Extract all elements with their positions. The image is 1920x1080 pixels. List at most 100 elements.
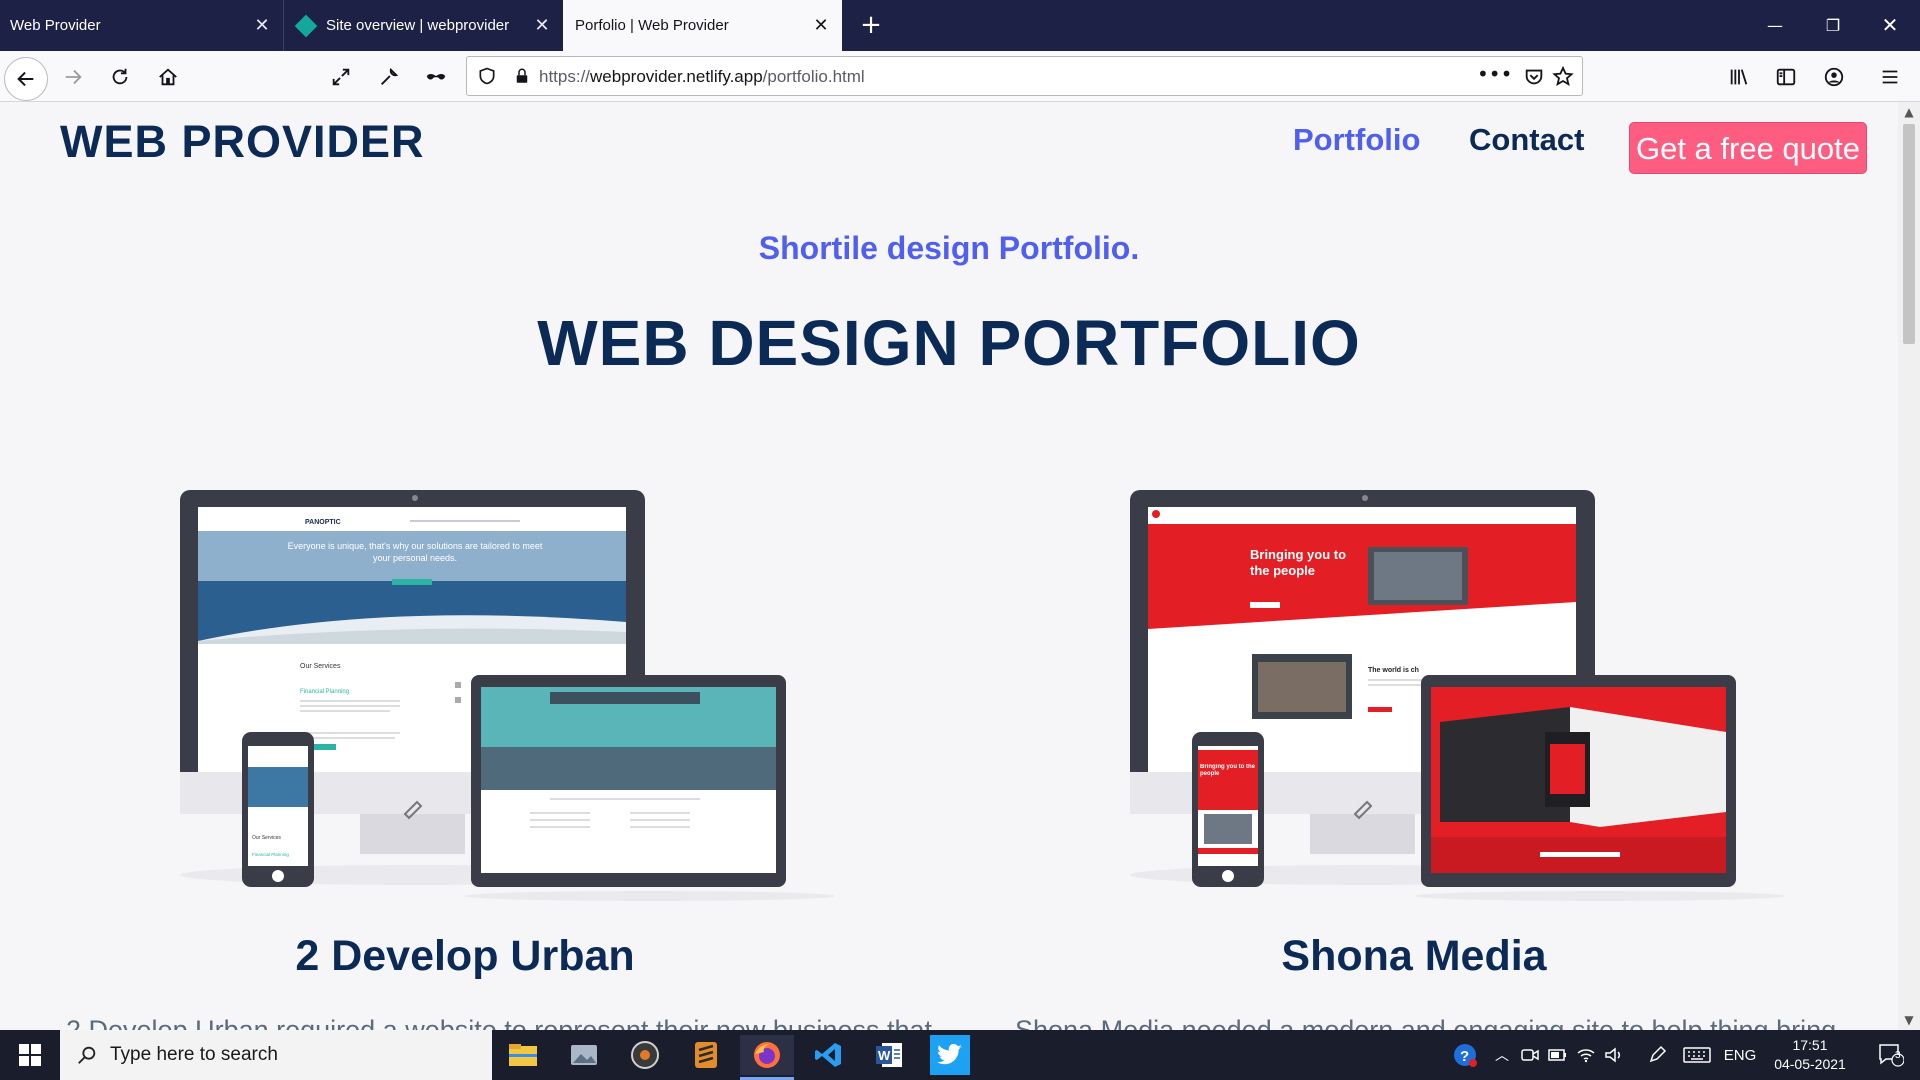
project-title-2-develop-urban[interactable]: 2 Develop Urban xyxy=(115,932,815,981)
tab-web-provider[interactable]: Web Provider ✕ xyxy=(0,0,283,51)
bookmark-star-icon[interactable] xyxy=(1551,65,1575,89)
notification-center-icon[interactable]: 3 xyxy=(1862,1030,1920,1080)
twitter-icon[interactable] xyxy=(930,1035,970,1075)
nav-link-portfolio[interactable]: Portfolio xyxy=(1293,122,1420,158)
sublime-text-icon[interactable] xyxy=(679,1035,733,1075)
reload-button[interactable] xyxy=(103,60,137,94)
tab-title: Porfolio | Web Provider xyxy=(575,17,729,34)
close-tab-icon[interactable]: ✕ xyxy=(533,16,551,34)
browser-tab-bar: Web Provider ✕ Site overview | webprovid… xyxy=(0,0,1920,51)
mock-item: Financial Planning xyxy=(300,689,349,695)
netlify-favicon-icon xyxy=(294,14,318,37)
tab-title: Site overview | webprovider xyxy=(326,17,510,34)
clock[interactable]: 17:51 04-05-2021 xyxy=(1762,1030,1858,1080)
library-icon xyxy=(1730,69,1748,85)
account-button[interactable] xyxy=(1817,60,1851,94)
windows-taskbar: Type here to search W ? ︿ ENG 17:51 04-0… xyxy=(0,1030,1920,1080)
close-window-button[interactable]: ✕ xyxy=(1862,0,1918,51)
touch-keyboard-icon[interactable] xyxy=(1680,1030,1714,1080)
firefox-icon[interactable] xyxy=(740,1035,794,1080)
reload-icon xyxy=(112,68,128,85)
project-description-2-develop-urban: 2 Develop Urban required a website to re… xyxy=(66,1015,932,1030)
word-icon[interactable]: W xyxy=(862,1035,916,1075)
device-mockup-image: Bringing you to the people The world is … xyxy=(1130,490,1785,901)
battery-icon[interactable] xyxy=(1546,1030,1570,1080)
photos-app-icon[interactable] xyxy=(557,1035,611,1075)
site-logo[interactable]: WEB PROVIDER xyxy=(60,116,425,168)
project-mockup-2-develop-urban[interactable]: PANOPTIC Everyone is unique, that's why … xyxy=(180,482,840,902)
forward-button[interactable] xyxy=(56,60,90,94)
project-description-shona-media: Shona Media needed a modern and engaging… xyxy=(1015,1015,1837,1030)
vscode-icon[interactable] xyxy=(801,1035,855,1075)
language-indicator[interactable]: ENG xyxy=(1720,1030,1760,1080)
url-scheme: https:// xyxy=(539,67,591,86)
expand-icon xyxy=(332,68,350,86)
arrow-left-icon xyxy=(17,71,34,87)
clock-time: 17:51 xyxy=(1792,1037,1828,1053)
project-mockup-shona-media[interactable]: Bringing you to the people The world is … xyxy=(1130,482,1790,902)
browser-toolbar: https://webprovider.netlify.app/portfoli… xyxy=(0,51,1920,102)
mock-hero-text: Bringing you to the people xyxy=(1250,547,1347,578)
meet-now-icon[interactable] xyxy=(1518,1030,1542,1080)
page-actions-icon[interactable]: ••• xyxy=(1477,62,1512,86)
notification-count: 3 xyxy=(1895,1050,1901,1061)
back-button[interactable] xyxy=(4,57,48,101)
tab-portfolio[interactable]: Porfolio | Web Provider ✕ xyxy=(563,0,842,51)
nav-link-contact[interactable]: Contact xyxy=(1469,122,1584,158)
restore-button[interactable]: ❐ xyxy=(1805,0,1861,51)
url-path: /portfolio.html xyxy=(762,67,865,86)
search-icon xyxy=(78,1046,96,1064)
account-icon xyxy=(1824,67,1844,87)
mock-heading: The world is ch xyxy=(1368,667,1419,674)
file-explorer-icon[interactable] xyxy=(496,1035,550,1075)
menu-button[interactable] xyxy=(1873,60,1907,94)
tools-button[interactable] xyxy=(372,60,406,94)
mask-icon xyxy=(426,74,446,80)
pen-workspace-icon[interactable] xyxy=(1643,1030,1671,1080)
start-button[interactable] xyxy=(0,1030,60,1080)
private-mode-button[interactable] xyxy=(419,60,453,94)
url-bar[interactable]: https://webprovider.netlify.app/portfoli… xyxy=(466,56,1583,96)
scrollbar-thumb[interactable] xyxy=(1903,124,1915,344)
svg-text:?: ? xyxy=(1460,1048,1469,1065)
scroll-up-icon[interactable]: ▲ xyxy=(1898,102,1920,122)
mock-phone-item: Financial Planning xyxy=(252,852,289,857)
close-tab-icon[interactable]: ✕ xyxy=(812,16,830,34)
home-button[interactable] xyxy=(151,60,185,94)
page-scrollbar[interactable]: ▲ ▼ xyxy=(1898,102,1920,1030)
page-subtitle: Shortile design Portfolio. xyxy=(758,230,1140,266)
new-tab-button[interactable]: + xyxy=(856,10,886,40)
obs-studio-icon[interactable] xyxy=(618,1035,672,1075)
library-button[interactable] xyxy=(1722,60,1756,94)
clock-date: 04-05-2021 xyxy=(1774,1056,1846,1072)
minimize-button[interactable]: — xyxy=(1747,0,1803,51)
mock-section: Our Services xyxy=(300,663,341,670)
show-hidden-icons-icon[interactable]: ︿ xyxy=(1490,1030,1514,1080)
close-tab-icon[interactable]: ✕ xyxy=(253,16,271,34)
lock-icon[interactable] xyxy=(513,66,531,86)
home-icon xyxy=(159,68,177,86)
taskbar-search-box[interactable]: Type here to search xyxy=(60,1030,492,1080)
hamburger-icon xyxy=(1882,70,1898,84)
sidebar-icon xyxy=(1776,68,1796,86)
fullscreen-button[interactable] xyxy=(324,60,358,94)
mock-hero-text: Everyone is unique, that's why our solut… xyxy=(287,541,543,563)
svg-text:W: W xyxy=(878,1048,891,1063)
get-quote-button[interactable]: Get a free quote xyxy=(1629,122,1867,174)
scroll-down-icon[interactable]: ▼ xyxy=(1898,1010,1920,1030)
windows-logo-icon xyxy=(19,1044,41,1066)
sidebar-button[interactable] xyxy=(1769,60,1803,94)
tab-site-overview[interactable]: Site overview | webprovider ✕ xyxy=(283,0,563,51)
help-icon[interactable]: ? xyxy=(1448,1030,1482,1080)
url-host: webprovider.netlify.app xyxy=(590,67,763,86)
pocket-icon[interactable] xyxy=(1523,66,1545,88)
web-page: WEB PROVIDER Portfolio Contact Get a fre… xyxy=(0,102,1898,1030)
wifi-icon[interactable] xyxy=(1574,1030,1598,1080)
project-title-shona-media[interactable]: Shona Media xyxy=(1064,932,1764,981)
shield-icon[interactable] xyxy=(477,66,497,86)
url-text[interactable]: https://webprovider.netlify.app/portfoli… xyxy=(539,67,865,87)
tab-title: Web Provider xyxy=(10,17,101,34)
volume-icon[interactable] xyxy=(1602,1030,1626,1080)
mock-phone-section: Our Services xyxy=(252,835,281,841)
search-placeholder: Type here to search xyxy=(110,1044,278,1065)
